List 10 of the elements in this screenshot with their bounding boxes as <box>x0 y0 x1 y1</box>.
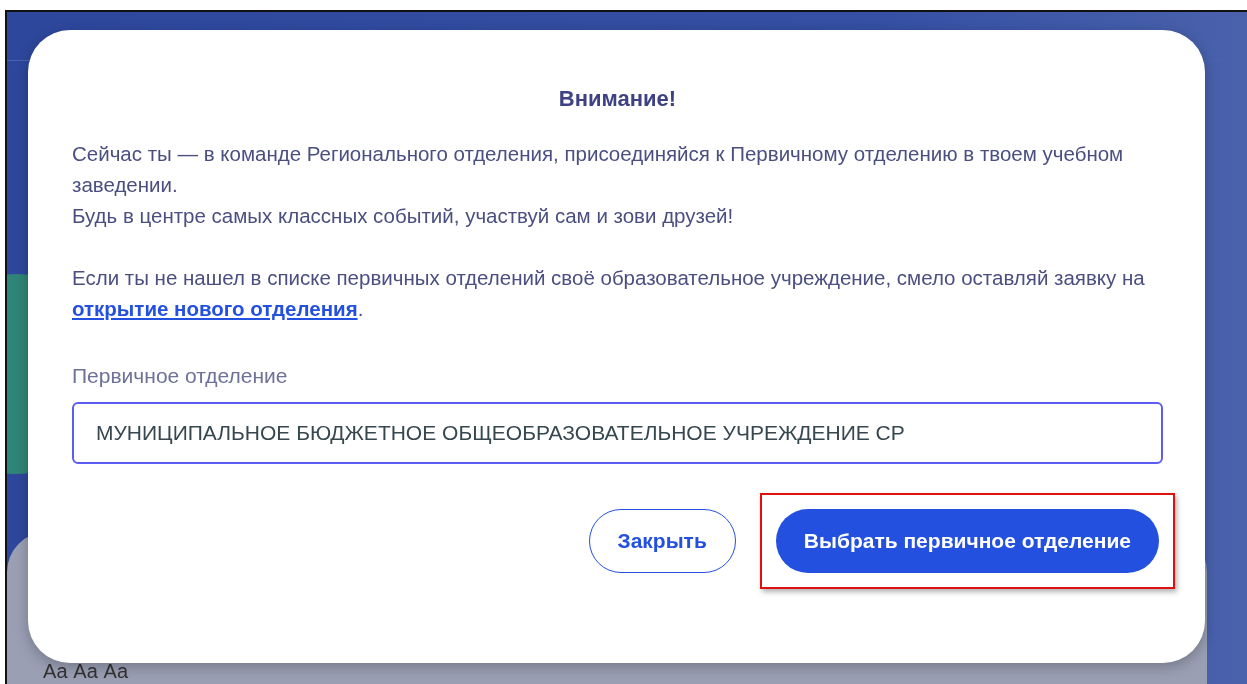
field-label: Первичное отделение <box>72 364 289 388</box>
dialog-text: Сейчас ты — в команде Регионального отделения, присоединяйся к Первичному отделению в твоем учебном заведении. <box>72 141 1125 198</box>
font-sample-text: Аа Аа Аа <box>43 660 129 682</box>
dialog-text: Если ты не нашел в списке первичных отделений своё образовательное учреждение, смело оставляй заявку на открытие нового отделения. <box>72 265 1146 322</box>
close-button[interactable]: Закрыть <box>588 509 736 573</box>
new-branch-link[interactable]: открытие нового отделения <box>72 297 358 320</box>
branch-input-field[interactable]: МУНИЦИПАЛЬНОЕ БЮДЖЕТНОЕ ОБЩЕОБРАЗОВАТЕЛЬНОЕ УЧРЕЖДЕНИЕ СР <box>72 402 1163 464</box>
dialog-title: Внимание! <box>557 86 678 112</box>
select-branch-button[interactable]: Выбрать первичное отделение <box>775 509 1159 573</box>
dialog-text: Будь в центре самых классных событий, участвуй сам и зови друзей! <box>72 203 735 229</box>
